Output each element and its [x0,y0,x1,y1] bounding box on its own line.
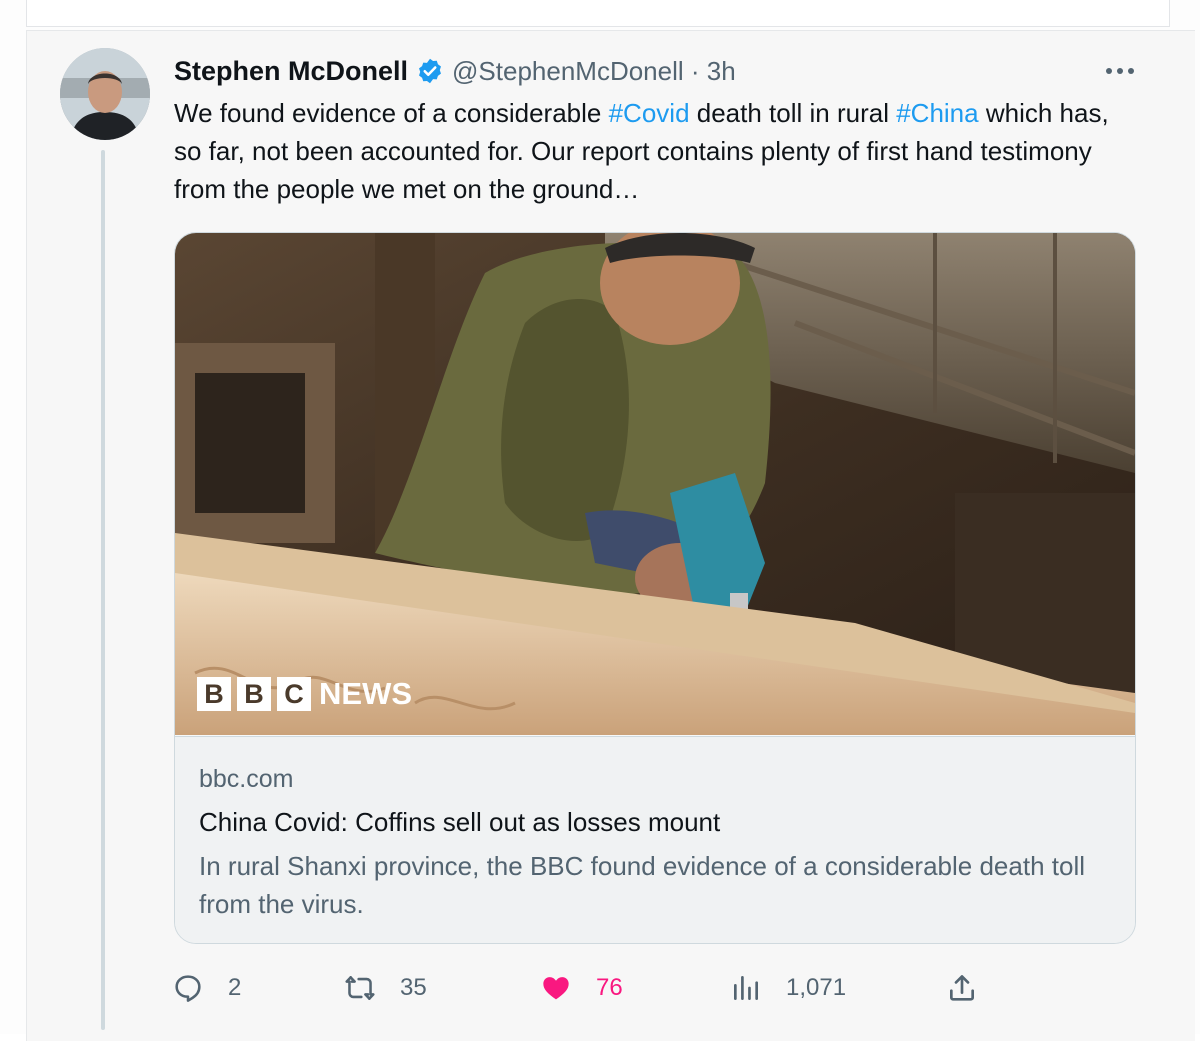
link-domain: bbc.com [199,765,294,793]
author-handle-time[interactable]: @StephenMcDonell · 3h [452,56,736,87]
views-icon [734,976,758,1000]
avatar[interactable] [60,48,150,140]
views-count: 1,071 [786,974,847,1001]
reply-count: 2 [228,974,242,1001]
logo-letter: B [237,677,271,711]
retweet-icon [345,976,375,1000]
bbc-news-logo: B B C NEWS [197,676,412,712]
link-card-body[interactable]: bbc.com China Covid: Coffins sell out as… [175,736,1135,943]
like-count: 76 [596,974,623,1001]
article-image-graphic [175,233,1135,735]
tweet-text-part: We found evidence of a considerable [174,98,609,128]
tweet-text: We found evidence of a considerable #Cov… [174,94,1134,208]
more-icon [1106,68,1134,74]
logo-letter: C [277,677,311,711]
previous-tweet-edge [26,0,1170,27]
more-button[interactable] [1100,56,1140,86]
reply-button[interactable]: 2 [172,966,241,1010]
avatar-image [60,48,150,140]
heart-icon [543,977,569,1000]
author-name[interactable]: Stephen McDonell [174,56,408,87]
tweet-text-part: death toll in rural [689,98,897,128]
page-background: Stephen McDonell @StephenMcDonell · 3h W… [0,0,1200,1041]
share-button[interactable] [946,966,978,1010]
link-description: In rural Shanxi province, the BBC found … [199,851,1085,919]
reply-icon [175,975,201,1002]
views-button[interactable]: 1,071 [730,966,846,1010]
tweet-header: Stephen McDonell @StephenMcDonell · 3h [174,54,736,88]
link-title: China Covid: Coffins sell out as losses … [199,807,721,837]
tweet-actions: 2 35 76 1,071 [172,966,1172,1010]
thread-line [101,150,105,1030]
link-preview-card[interactable]: B B C NEWS bbc.com China Covid: Coffins … [174,232,1136,944]
logo-word: NEWS [319,676,412,711]
retweet-count: 35 [400,974,427,1001]
hashtag-covid[interactable]: #Covid [609,98,690,128]
retweet-button[interactable]: 35 [344,966,427,1010]
logo-letter: B [197,677,231,711]
hashtag-china[interactable]: #China [896,98,978,128]
like-button[interactable]: 76 [540,966,623,1010]
share-icon [950,975,974,1001]
article-image[interactable]: B B C NEWS [175,233,1135,735]
verified-badge-icon [419,58,441,84]
